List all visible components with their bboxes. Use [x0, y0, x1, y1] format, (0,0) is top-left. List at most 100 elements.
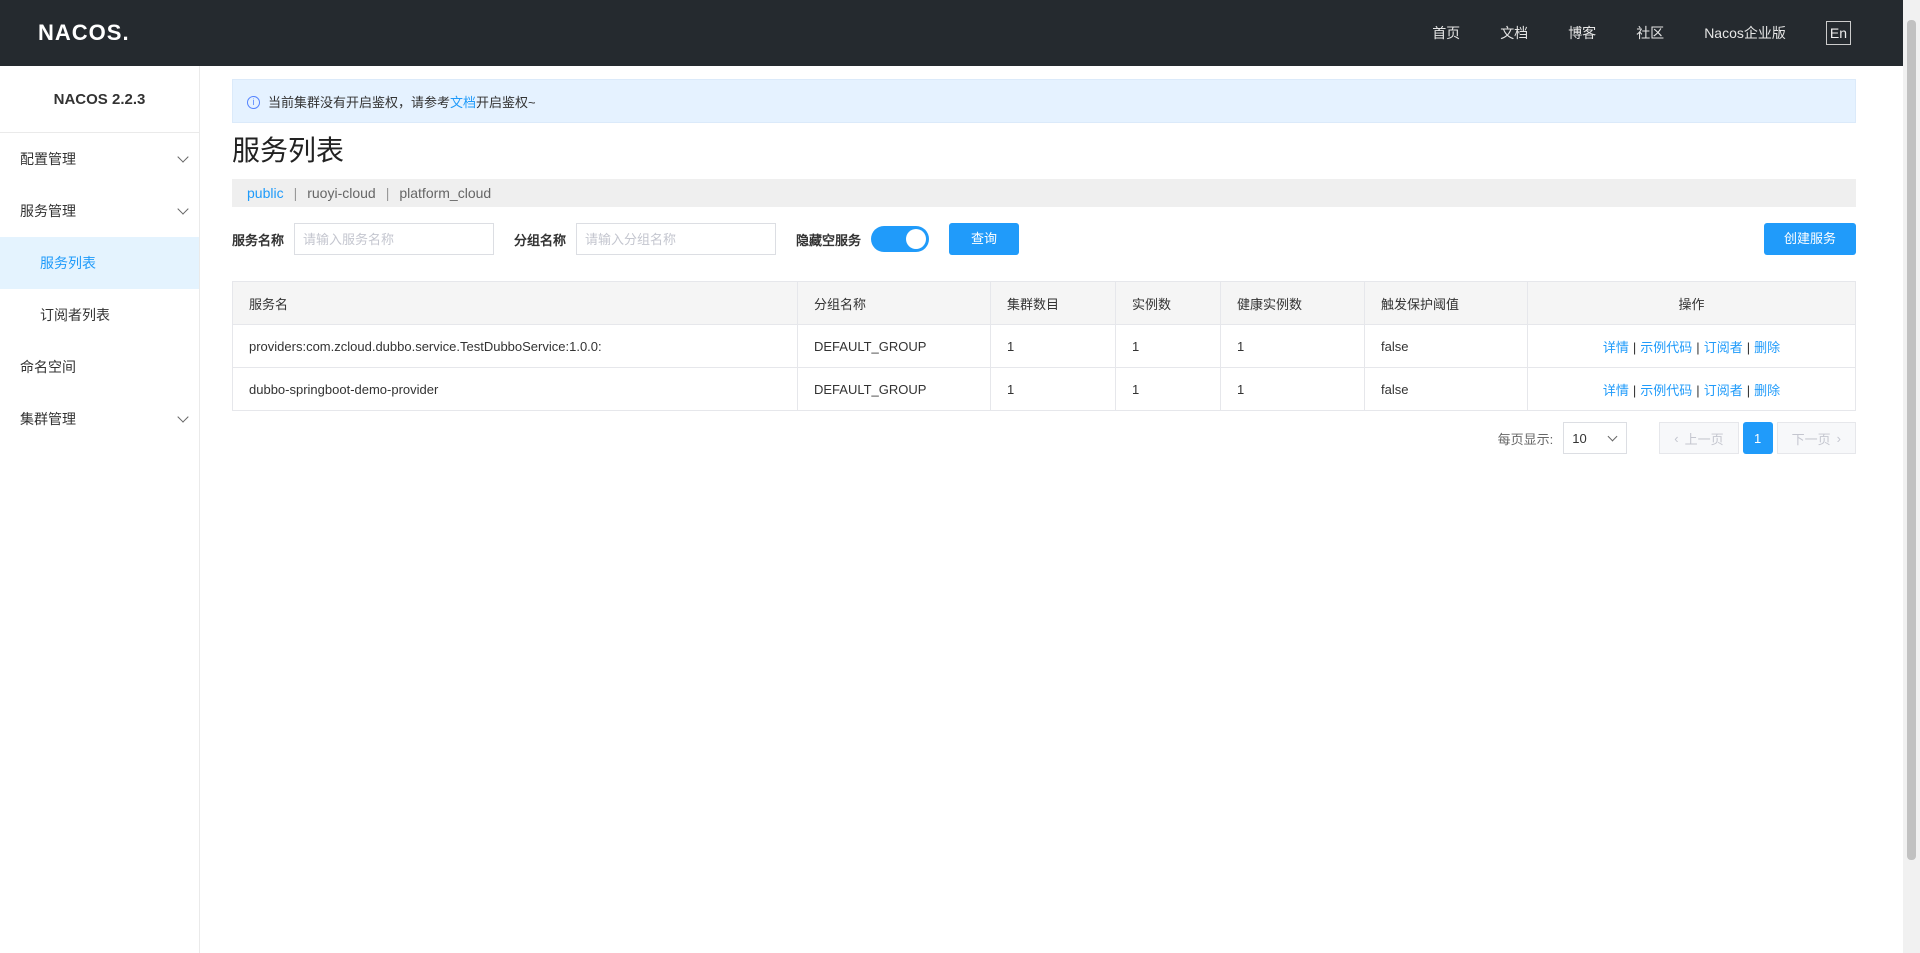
ops-separator: | [1696, 382, 1700, 398]
ops-separator: | [1632, 339, 1637, 355]
version-label: NACOS 2.2.3 [0, 66, 199, 133]
nav-community[interactable]: 社区 [1636, 23, 1664, 43]
group-name-input[interactable] [576, 223, 777, 255]
cell-cluster-count: 1 [990, 367, 1116, 411]
hide-empty-label: 隐藏空服务 [796, 232, 862, 248]
column-header: 实例数 [1115, 281, 1221, 325]
service-table: 服务名 分组名称 集群数目 实例数 健康实例数 触发保护阈值 操作 provid… [232, 281, 1856, 411]
sidebar-item-subscriber-list[interactable]: 订阅者列表 [0, 289, 199, 341]
auth-notice: i 当前集群没有开启鉴权，请参考 文档 开启鉴权~ [232, 79, 1856, 123]
cell-service-name: dubbo-springboot-demo-provider [232, 367, 798, 411]
column-header: 服务名 [232, 281, 798, 325]
detail-link[interactable]: 详情 [1603, 383, 1629, 398]
cell-operations: 详情 | 示例代码 | 订阅者 | 删除 [1527, 324, 1856, 368]
nacos-logo[interactable]: NACOS. [38, 20, 130, 46]
namespace-public[interactable]: public [247, 185, 284, 201]
next-page-label: 下一页 [1791, 431, 1831, 447]
chevron-down-icon [177, 151, 189, 163]
nav-docs[interactable]: 文档 [1500, 23, 1528, 43]
sample-code-link[interactable]: 示例代码 [1640, 383, 1692, 398]
pagination: 每页显示: 10 ‹ 上一页 1 下一页 › [232, 422, 1856, 454]
chevron-left-icon: ‹ [1674, 430, 1679, 446]
sample-code-link[interactable]: 示例代码 [1640, 340, 1692, 355]
ops-separator: | [1746, 339, 1751, 355]
delete-link[interactable]: 删除 [1754, 383, 1780, 398]
table-header-row: 服务名 分组名称 集群数目 实例数 健康实例数 触发保护阈值 操作 [232, 281, 1856, 325]
next-page-button[interactable]: 下一页 › [1776, 422, 1856, 454]
subscriber-link[interactable]: 订阅者 [1704, 383, 1743, 398]
chevron-down-icon [177, 203, 189, 215]
detail-link[interactable]: 详情 [1603, 340, 1629, 355]
nav-home[interactable]: 首页 [1432, 23, 1460, 43]
namespace-platform-cloud[interactable]: platform_cloud [399, 185, 491, 201]
cell-service-name: providers:com.zcloud.dubbo.service.TestD… [232, 324, 798, 368]
scrollbar-thumb[interactable] [1907, 20, 1916, 860]
hide-empty-toggle[interactable] [871, 226, 930, 252]
namespace-separator: | [293, 185, 298, 201]
column-header: 集群数目 [990, 281, 1116, 325]
sidebar-item-label: 服务列表 [40, 255, 96, 271]
prev-page-button[interactable]: ‹ 上一页 [1659, 422, 1739, 454]
column-header: 健康实例数 [1220, 281, 1365, 325]
column-header: 触发保护阈值 [1364, 281, 1528, 325]
toggle-knob [906, 229, 927, 249]
cell-threshold: false [1364, 324, 1528, 368]
namespace-separator: | [385, 185, 390, 201]
cell-cluster-count: 1 [990, 324, 1116, 368]
sidebar-item-config-management[interactable]: 配置管理 [0, 133, 199, 185]
page-size-label: 每页显示: [1497, 431, 1554, 447]
notice-docs-link[interactable]: 文档 [450, 92, 476, 111]
cell-healthy-count: 1 [1220, 324, 1365, 368]
sidebar-item-label: 集群管理 [20, 411, 76, 427]
notice-text-after: 开启鉴权~ [476, 94, 536, 110]
top-nav: 首页 文档 博客 社区 Nacos企业版 En [1392, 0, 1851, 66]
sidebar-item-label: 服务管理 [20, 203, 76, 219]
chevron-down-icon [1607, 431, 1618, 442]
ops-separator: | [1632, 382, 1637, 398]
ops-separator: | [1696, 339, 1700, 355]
cell-instance-count: 1 [1115, 324, 1221, 368]
page-size-select[interactable]: 10 [1563, 422, 1628, 454]
main-content: i 当前集群没有开启鉴权，请参考 文档 开启鉴权~ 服务列表 public | … [232, 66, 1856, 454]
service-name-input[interactable] [294, 223, 495, 255]
cell-group-name: DEFAULT_GROUP [797, 367, 991, 411]
column-header: 分组名称 [797, 281, 991, 325]
sidebar-item-namespace[interactable]: 命名空间 [0, 341, 199, 393]
cell-threshold: false [1364, 367, 1528, 411]
cell-operations: 详情 | 示例代码 | 订阅者 | 删除 [1527, 367, 1856, 411]
namespace-bar: public | ruoyi-cloud | platform_cloud [232, 179, 1856, 207]
chevron-down-icon [177, 411, 189, 423]
sidebar-item-service-management[interactable]: 服务管理 [0, 185, 199, 237]
create-service-button[interactable]: 创建服务 [1763, 223, 1856, 255]
group-name-label: 分组名称 [514, 232, 567, 248]
sidebar: NACOS 2.2.3 配置管理 服务管理 服务列表 订阅者列表 命名空间 集群… [0, 66, 200, 953]
language-switch-button[interactable]: En [1825, 21, 1851, 45]
page-size-value: 10 [1572, 430, 1587, 446]
chevron-right-icon: › [1836, 430, 1841, 446]
column-header: 操作 [1527, 281, 1856, 325]
service-name-label: 服务名称 [232, 232, 285, 248]
sidebar-item-cluster-management[interactable]: 集群管理 [0, 393, 199, 445]
sidebar-item-label: 订阅者列表 [40, 307, 110, 323]
cell-group-name: DEFAULT_GROUP [797, 324, 991, 368]
sidebar-item-label: 命名空间 [20, 359, 76, 375]
table-row: dubbo-springboot-demo-provider DEFAULT_G… [232, 367, 1856, 411]
filter-bar: 服务名称 分组名称 隐藏空服务 查询 创建服务 [232, 223, 1856, 255]
nav-blog[interactable]: 博客 [1568, 23, 1596, 43]
prev-page-label: 上一页 [1684, 431, 1724, 447]
ops-separator: | [1746, 382, 1751, 398]
cell-instance-count: 1 [1115, 367, 1221, 411]
notice-text: 当前集群没有开启鉴权，请参考 [268, 94, 451, 110]
page-number-button[interactable]: 1 [1742, 422, 1773, 454]
subscriber-link[interactable]: 订阅者 [1704, 340, 1743, 355]
nav-enterprise[interactable]: Nacos企业版 [1704, 23, 1786, 43]
cell-healthy-count: 1 [1220, 367, 1365, 411]
page-title: 服务列表 [232, 135, 345, 166]
delete-link[interactable]: 删除 [1754, 340, 1780, 355]
namespace-ruoyi-cloud[interactable]: ruoyi-cloud [307, 185, 375, 201]
sidebar-item-label: 配置管理 [20, 151, 76, 167]
sidebar-item-service-list[interactable]: 服务列表 [0, 237, 199, 289]
table-row: providers:com.zcloud.dubbo.service.TestD… [232, 324, 1856, 368]
vertical-scrollbar[interactable] [1903, 0, 1920, 953]
query-button[interactable]: 查询 [949, 223, 1020, 255]
